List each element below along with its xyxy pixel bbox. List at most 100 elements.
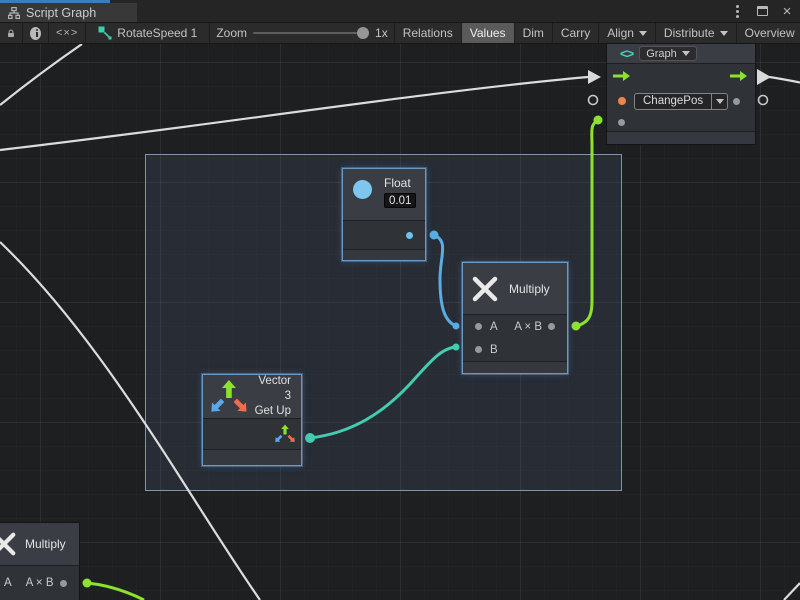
vector3-axes-icon — [209, 379, 249, 415]
tab-script-graph[interactable]: Script Graph — [0, 3, 137, 22]
node-title: Get Up — [249, 404, 291, 419]
wire-blue-float-to-multiply[interactable] — [434, 235, 456, 326]
unity-script-graph-window: Script Graph × <×> RotateSpe — [0, 0, 800, 600]
button-dim[interactable]: Dim — [515, 23, 553, 43]
node-footer — [343, 249, 425, 260]
wire-end-dot — [594, 116, 603, 125]
code-view-button[interactable]: <×> — [49, 23, 86, 43]
node-header: Multiply — [463, 263, 567, 315]
wire-white-graph-output[interactable] — [769, 77, 800, 83]
port-label: A — [490, 321, 498, 333]
wire-end-dot — [83, 579, 92, 588]
breadcrumb-label: RotateSpeed 1 — [117, 26, 197, 40]
button-distribute[interactable]: Distribute — [656, 23, 737, 43]
node-header: Multiply — [0, 523, 79, 566]
wire-white-top-left[interactable] — [0, 44, 82, 105]
wire-arrowhead-icon — [588, 70, 601, 84]
maximize-button[interactable] — [753, 2, 771, 20]
float-type-icon — [353, 180, 372, 199]
output-label: A × B — [514, 321, 542, 333]
graph-hierarchy-icon — [8, 7, 20, 19]
wire-end-dot — [572, 322, 581, 331]
zoom-slider[interactable] — [253, 32, 369, 34]
node-title: Multiply — [509, 282, 550, 296]
extra-port-row — [607, 114, 755, 131]
lock-button[interactable] — [0, 23, 23, 43]
input-port[interactable] — [618, 119, 625, 126]
vector3-output-port-icon[interactable] — [274, 424, 296, 444]
wire-white-into-graph-node[interactable] — [0, 77, 588, 150]
port-label: B — [490, 344, 498, 356]
flow-ports-row — [607, 64, 755, 88]
wire-white-bottom-right[interactable] — [784, 583, 800, 600]
button-relations[interactable]: Relations — [395, 23, 462, 43]
wire-green-bottom[interactable] — [87, 583, 144, 600]
button-values[interactable]: Values — [462, 23, 515, 43]
multiply-x-icon — [471, 275, 499, 303]
window-menu-button[interactable] — [728, 2, 746, 20]
zoom-label: Zoom — [216, 26, 247, 40]
zoom-slider-handle[interactable] — [357, 27, 369, 39]
graph-selector-dropdown[interactable]: Graph — [639, 46, 697, 61]
chevron-down-icon — [716, 99, 724, 104]
wire-teal-getup-to-multiply[interactable] — [310, 347, 456, 438]
wire-green-multiply-to-graph[interactable] — [576, 120, 598, 326]
info-icon — [30, 27, 41, 40]
title-bar: Script Graph × — [0, 0, 800, 22]
zoom-control: Zoom 1x — [210, 23, 394, 43]
float-output-port[interactable] — [406, 232, 413, 239]
output-row — [343, 221, 425, 249]
script-machine-icon — [98, 26, 112, 40]
window-controls: × — [728, 0, 796, 22]
button-overview[interactable]: Overview — [737, 23, 800, 43]
lock-icon — [7, 27, 15, 40]
output-label: A × B — [26, 577, 54, 589]
flow-input-arrow-icon[interactable] — [613, 70, 630, 82]
node-header: <> Graph — [607, 44, 755, 64]
output-port[interactable] — [733, 98, 740, 105]
maximize-icon — [757, 6, 768, 16]
chevron-down-icon — [720, 31, 728, 36]
port-label: A — [4, 577, 12, 589]
info-button[interactable] — [23, 23, 49, 43]
event-name-dropdown[interactable]: ChangePos — [634, 93, 728, 110]
hollow-port-left[interactable] — [589, 96, 598, 105]
chevron-down-icon — [682, 51, 690, 56]
node-title: Float — [384, 176, 411, 190]
float-value-input[interactable]: 0.01 — [384, 193, 416, 208]
port-row-a: A A × B — [0, 566, 79, 600]
node-type-label: Vector 3 — [249, 374, 291, 404]
string-port[interactable] — [618, 97, 626, 105]
code-badge-icon: <×> — [56, 27, 78, 39]
output-row — [203, 419, 301, 449]
event-value-row: ChangePos — [607, 88, 755, 114]
node-footer — [607, 131, 755, 144]
graph-output-arrow-icon — [757, 69, 771, 85]
input-port-a[interactable] — [475, 323, 482, 330]
wire-end-dot — [453, 344, 460, 351]
graph-canvas[interactable]: <> Graph ChangePos — [0, 44, 800, 600]
input-port-b[interactable] — [475, 346, 482, 353]
node-multiply[interactable]: Multiply A A × B B — [462, 262, 568, 374]
node-float[interactable]: Float 0.01 — [342, 168, 426, 261]
breadcrumb-rotatespeed[interactable]: RotateSpeed 1 — [86, 23, 210, 43]
port-row-a: A A × B — [463, 315, 567, 338]
close-icon: × — [783, 4, 792, 19]
button-align[interactable]: Align — [599, 23, 656, 43]
node-multiply-partial[interactable]: Multiply A A × B — [0, 522, 80, 600]
flow-output-arrow-icon[interactable] — [730, 70, 747, 82]
code-icon: <> — [620, 46, 633, 61]
port-row-b: B — [463, 338, 567, 361]
node-title: Multiply — [25, 537, 66, 551]
output-port[interactable] — [548, 323, 555, 330]
output-port[interactable] — [60, 580, 67, 587]
node-footer — [463, 361, 567, 373]
button-carry[interactable]: Carry — [553, 23, 599, 43]
hollow-port-right[interactable] — [759, 96, 768, 105]
multiply-x-icon — [0, 531, 17, 557]
node-vector3-get-up[interactable]: Vector 3 Get Up — [202, 374, 302, 466]
node-header: Vector 3 Get Up — [203, 375, 301, 419]
close-button[interactable]: × — [778, 2, 796, 20]
node-graph-event[interactable]: <> Graph ChangePos — [606, 43, 756, 145]
graph-toolbar: <×> RotateSpeed 1 Zoom 1x Relations Valu… — [0, 22, 800, 44]
